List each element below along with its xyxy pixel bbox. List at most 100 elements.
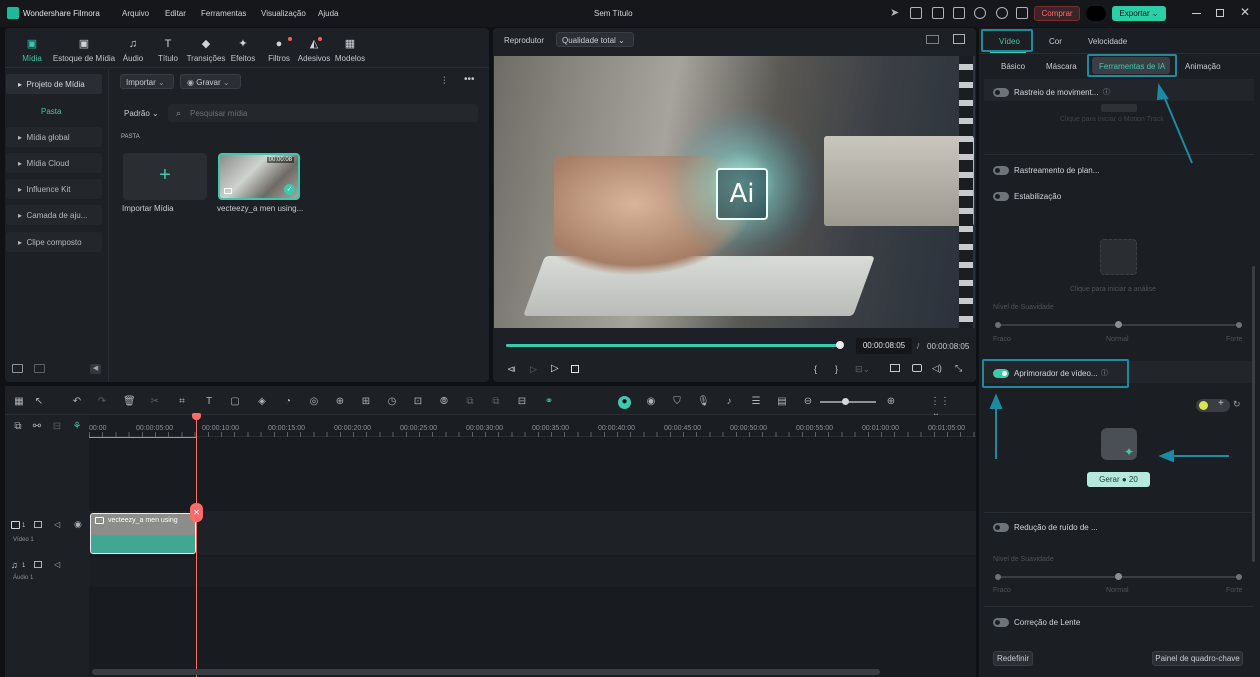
zoom-knob[interactable] <box>842 398 849 405</box>
audio-folder-icon[interactable] <box>34 561 42 568</box>
tab-estoque[interactable]: ▣ Estoque de Mídia <box>52 38 116 63</box>
delete-icon[interactable]: 🗑 <box>123 396 136 408</box>
playhead-handle[interactable] <box>192 413 201 420</box>
link-tracks-icon[interactable]: ⚯ <box>31 421 43 433</box>
grid-icon[interactable]: ▦ <box>13 396 25 408</box>
subtitle-icon[interactable]: ▤ <box>776 396 788 408</box>
render-icon[interactable]: ● <box>618 396 631 409</box>
insert-icon[interactable]: ⊟⌄ <box>855 364 870 375</box>
menu-editar[interactable]: Editar <box>165 9 186 18</box>
import-dropdown[interactable]: Importar ⌄ <box>120 74 174 89</box>
caption-icon[interactable]: ☰ <box>750 396 762 408</box>
video-audio-icon[interactable]: ◁ <box>54 520 60 529</box>
prev-frame-icon[interactable]: ⧏ <box>507 364 516 375</box>
lens-correction-toggle[interactable] <box>993 618 1009 627</box>
stop-icon[interactable] <box>571 365 579 373</box>
undo-icon[interactable]: ↶ <box>71 396 83 408</box>
minimize-icon[interactable] <box>1192 13 1201 14</box>
sidebar-item-clipe[interactable]: ▸ Clipe composto <box>6 232 102 252</box>
snapshot-view-icon[interactable] <box>953 34 965 44</box>
playback-scrubber[interactable] <box>836 341 844 349</box>
layout-icon[interactable] <box>932 7 944 19</box>
menu-ferramentas[interactable]: Ferramentas <box>201 9 246 18</box>
close-icon[interactable]: ✕ <box>1240 5 1250 19</box>
mask-icon[interactable]: ⦾ <box>438 396 450 408</box>
keyframe-panel-button[interactable]: Painel de quadro-chave <box>1152 651 1243 666</box>
text-tool-icon[interactable]: T <box>203 396 215 408</box>
lock-tracks-icon[interactable]: ⊟ <box>51 421 63 433</box>
fullscreen-icon[interactable]: ⤡ <box>955 363 962 374</box>
folder-icon[interactable] <box>34 364 45 373</box>
current-time[interactable]: 00:00:08:05 <box>856 338 912 354</box>
ai-icon[interactable]: ⊕ <box>334 396 346 408</box>
sidebar-item-midia-cloud[interactable]: ▸ Mídia Cloud <box>6 153 102 173</box>
camera-icon[interactable] <box>912 364 922 372</box>
freeze-icon[interactable]: ⊞ <box>360 396 372 408</box>
select-icon[interactable]: ↖ <box>33 396 45 408</box>
crop-icon[interactable]: ⌗ <box>176 396 188 408</box>
grid-view-icon[interactable] <box>926 35 939 44</box>
filter-icon-button[interactable]: ⫶ <box>443 76 446 87</box>
mic-icon[interactable]: 🎙 <box>697 396 710 408</box>
play-back-icon[interactable]: ▷ <box>530 364 537 375</box>
more-icon[interactable]: ••• <box>464 74 475 85</box>
menu-arquivo[interactable]: Arquivo <box>122 9 149 18</box>
noise-reduction-toggle[interactable] <box>993 523 1009 532</box>
playhead-cut-icon[interactable]: ✕ <box>190 503 203 522</box>
noise-knob[interactable] <box>1115 573 1122 580</box>
mark-out-icon[interactable]: } <box>835 364 838 374</box>
export-button[interactable]: Exportar ⌄ <box>1112 6 1166 21</box>
tab-modelos[interactable]: ▦ Modelos <box>326 38 374 63</box>
video-folder-icon[interactable] <box>34 521 42 528</box>
tab-video[interactable]: Vídeo <box>999 37 1020 46</box>
cloud-icon[interactable] <box>974 7 986 19</box>
record-dropdown[interactable]: ◉ Gravar ⌄ <box>180 74 241 89</box>
speed-icon[interactable]: ◔ <box>282 396 294 408</box>
cut-icon[interactable]: ✂ <box>149 396 161 408</box>
snap-icon[interactable]: ⚘ <box>71 421 83 433</box>
collapse-sidebar-icon[interactable]: ◀ <box>90 364 101 374</box>
sidebar-item-midia-global[interactable]: ▸ Mídia global <box>6 127 102 147</box>
auto-icon[interactable]: ◉ <box>645 396 657 408</box>
playback-progress-track[interactable] <box>506 344 840 347</box>
sidebar-item-camada[interactable]: ▸ Camada de aju... <box>6 205 102 225</box>
timeline-video-clip[interactable]: vecteezy_a men using <box>90 513 196 554</box>
audio-volume-icon[interactable]: ◁ <box>54 560 60 569</box>
menu-ajuda[interactable]: Ajuda <box>318 9 338 18</box>
save-icon[interactable] <box>953 7 965 19</box>
send-icon[interactable]: ➤ <box>890 7 902 19</box>
restore-icon[interactable] <box>1216 9 1224 17</box>
reset-button[interactable]: Redefinir <box>993 651 1033 666</box>
sort-dropdown[interactable]: Padrão ⌄ <box>124 109 159 118</box>
generate-button[interactable]: Gerar ● 20 <box>1087 472 1150 487</box>
quality-dropdown[interactable]: Qualidade total ⌄ <box>556 32 634 47</box>
video-preview[interactable]: Ai <box>494 56 975 328</box>
sidebar-item-influence-kit[interactable]: ▸ Influence Kit <box>6 179 102 199</box>
sidebar-item-projeto[interactable]: ▸ Projeto de Mídia <box>6 74 102 94</box>
menu-visualizacao[interactable]: Visualização <box>261 9 306 18</box>
chain-icon[interactable]: ⚭ <box>543 396 555 408</box>
link-icon-2[interactable]: ⧉ <box>490 396 502 408</box>
support-icon[interactable] <box>996 7 1008 19</box>
import-media-tile[interactable]: + <box>123 153 207 200</box>
mark-in-icon[interactable]: { <box>814 364 817 374</box>
link-icon-1[interactable]: ⧉ <box>464 396 476 408</box>
avatar[interactable] <box>1086 6 1106 21</box>
music-note-icon[interactable]: ♪ <box>723 396 735 408</box>
new-folder-icon[interactable] <box>12 364 23 373</box>
buy-button[interactable]: Comprar <box>1034 6 1080 21</box>
redo-icon[interactable]: ↷ <box>96 396 108 408</box>
palette-icon[interactable]: ◎ <box>308 396 320 408</box>
add-track-icon[interactable]: ⧉ <box>12 421 24 433</box>
shape-icon[interactable]: ▢ <box>229 396 241 408</box>
tab-midia[interactable]: ▣ Mídia <box>8 38 56 63</box>
tab-velocidade[interactable]: Velocidade <box>1088 37 1127 46</box>
sidebar-item-pasta[interactable]: Pasta <box>41 107 61 116</box>
zoom-in-icon[interactable]: ⊕ <box>885 396 897 408</box>
shield-icon[interactable]: ⛉ <box>671 396 683 408</box>
feedback-icon[interactable] <box>910 7 922 19</box>
media-clip-thumbnail[interactable]: 00:00:08 ✓ <box>218 153 300 200</box>
tab-cor[interactable]: Cor <box>1049 37 1062 46</box>
track-icon[interactable]: ⊡ <box>412 396 424 408</box>
color-tool-icon[interactable]: ◈ <box>256 396 268 408</box>
